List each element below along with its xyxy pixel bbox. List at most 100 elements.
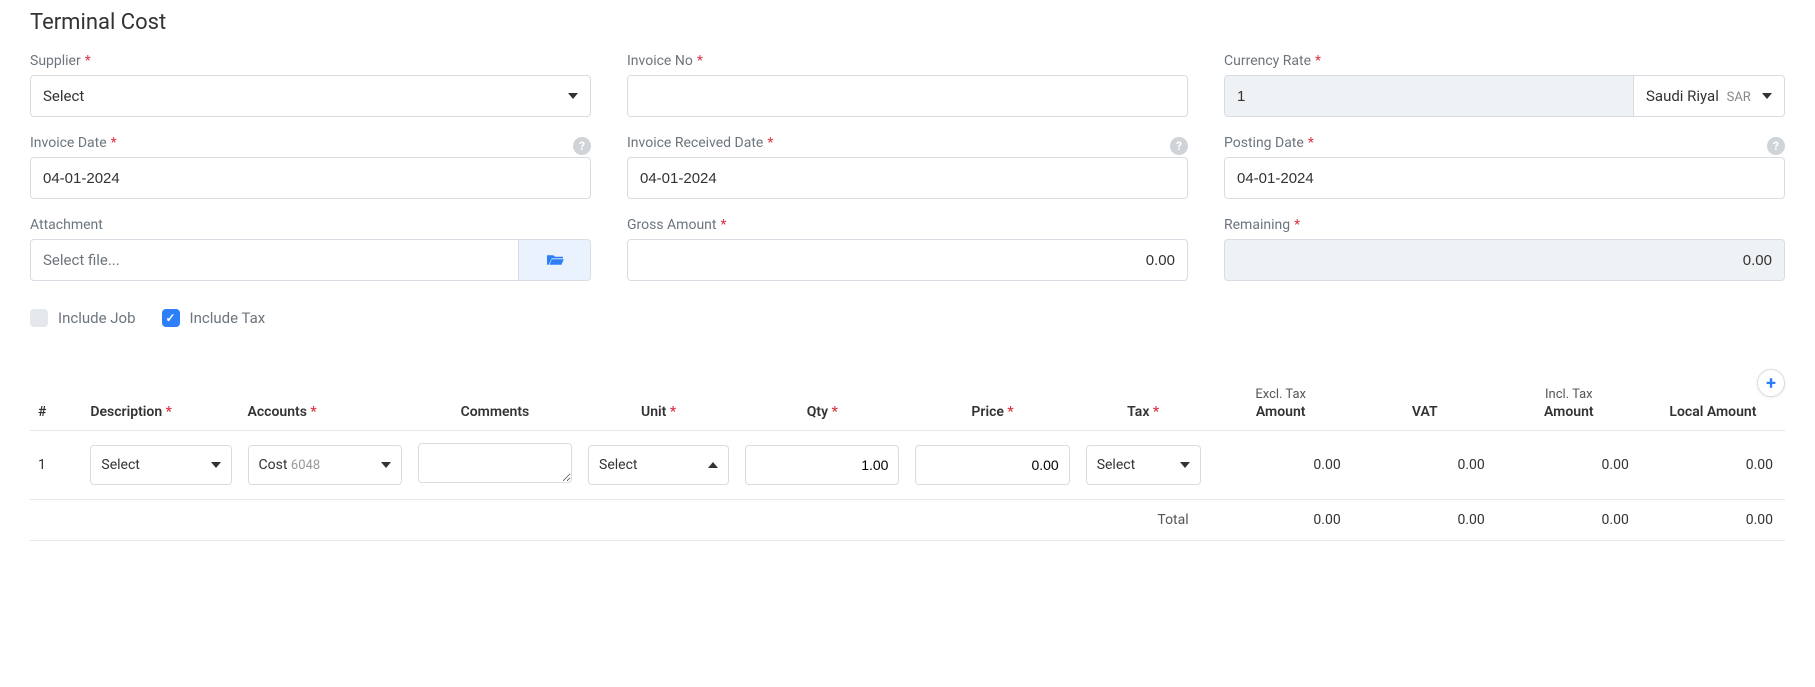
- required-asterisk: *: [111, 135, 117, 151]
- include-job-label: Include Job: [58, 309, 136, 327]
- supplier-select[interactable]: Select: [30, 75, 591, 117]
- comments-input[interactable]: [418, 443, 572, 483]
- tax-select[interactable]: Select: [1086, 445, 1201, 485]
- include-job-checkbox[interactable]: Include Job: [30, 309, 136, 327]
- th-description: Description *: [82, 377, 239, 431]
- posting-date-control: [1224, 157, 1785, 199]
- field-attachment: Attachment Select file...: [30, 217, 591, 281]
- th-unit-text: Unit: [641, 404, 666, 420]
- th-accounts-text: Accounts: [248, 404, 307, 420]
- attachment-placeholder: Select file...: [43, 251, 120, 269]
- required-asterisk: *: [1308, 135, 1314, 151]
- invoice-no-input[interactable]: [640, 88, 1175, 105]
- field-gross-amount: Gross Amount*: [627, 217, 1188, 281]
- posting-date-input[interactable]: [1237, 170, 1772, 187]
- include-tax-checkbox[interactable]: ✓ Include Tax: [162, 309, 266, 327]
- chevron-up-icon: [708, 462, 718, 468]
- total-local-amount: 0.00: [1641, 500, 1785, 541]
- cell-comments: [410, 431, 580, 500]
- field-supplier: Supplier* Select: [30, 53, 591, 117]
- checkbox-unchecked-icon: [30, 309, 48, 327]
- table-row: 1 Select Cost 6048: [30, 431, 1785, 500]
- th-accounts: Accounts *: [240, 377, 410, 431]
- label-invoice-received-date-text: Invoice Received Date: [627, 135, 763, 151]
- label-invoice-no: Invoice No*: [627, 53, 1188, 69]
- required-asterisk: *: [310, 404, 316, 420]
- cell-description: Select: [82, 431, 239, 500]
- th-comments: Comments: [410, 377, 580, 431]
- required-asterisk: *: [720, 217, 726, 233]
- items-table-wrap: + # Description * Accounts * Comments Un…: [30, 377, 1785, 541]
- currency-select[interactable]: Saudi Riyal SAR: [1633, 75, 1785, 117]
- field-invoice-received-date: Invoice Received Date* ?: [627, 135, 1188, 199]
- label-attachment: Attachment: [30, 217, 591, 233]
- th-price: Price *: [907, 377, 1077, 431]
- description-select-value: Select: [101, 457, 139, 473]
- th-incl-amount: Incl. TaxAmount: [1497, 377, 1641, 431]
- unit-select[interactable]: Select: [588, 445, 729, 485]
- invoice-no-control: [627, 75, 1188, 117]
- accounts-select[interactable]: Cost 6048: [248, 445, 402, 485]
- th-vat: VAT: [1353, 377, 1497, 431]
- currency-rate-control: [1224, 75, 1633, 117]
- help-icon[interactable]: ?: [573, 137, 591, 155]
- label-currency-rate: Currency Rate*: [1224, 53, 1785, 69]
- chevron-down-icon: [1180, 462, 1190, 468]
- currency-rate-input[interactable]: [1237, 88, 1621, 105]
- accounts-label: Cost: [259, 457, 288, 473]
- accounts-select-value: Cost 6048: [259, 457, 321, 473]
- chevron-down-icon: [211, 462, 221, 468]
- tax-select-value: Select: [1097, 457, 1135, 473]
- invoice-received-date-input[interactable]: [640, 170, 1175, 187]
- total-label: Total: [30, 500, 1209, 541]
- description-select[interactable]: Select: [90, 445, 231, 485]
- th-excl-amount: Excl. Tax Amount: [1209, 377, 1353, 431]
- th-tax: Tax *: [1078, 377, 1209, 431]
- help-icon[interactable]: ?: [1767, 137, 1785, 155]
- cell-incl-amount: 0.00: [1497, 431, 1641, 500]
- label-supplier: Supplier*: [30, 53, 591, 69]
- label-remaining-text: Remaining: [1224, 217, 1290, 233]
- remaining-input: [1237, 252, 1772, 269]
- required-asterisk: *: [1007, 404, 1013, 420]
- chevron-down-icon: [381, 462, 391, 468]
- label-gross-amount-text: Gross Amount: [627, 217, 716, 233]
- total-vat: 0.00: [1353, 500, 1497, 541]
- checkbox-checked-icon: ✓: [162, 309, 180, 327]
- remaining-control: [1224, 239, 1785, 281]
- price-input[interactable]: [915, 445, 1069, 485]
- field-currency-rate: Currency Rate* Saudi Riyal SAR: [1224, 53, 1785, 117]
- th-description-text: Description: [90, 404, 162, 420]
- label-posting-date-text: Posting Date: [1224, 135, 1304, 151]
- include-tax-label: Include Tax: [190, 309, 266, 327]
- cell-tax: Select: [1078, 431, 1209, 500]
- field-remaining: Remaining*: [1224, 217, 1785, 281]
- gross-amount-input[interactable]: [640, 252, 1175, 269]
- invoice-received-date-control: [627, 157, 1188, 199]
- attachment-browse-button[interactable]: [519, 239, 591, 281]
- form-grid: Supplier* Select Invoice No* Currency Ra…: [30, 53, 1785, 281]
- invoice-date-input[interactable]: [43, 170, 578, 187]
- total-excl-amount: 0.00: [1209, 500, 1353, 541]
- unit-select-value: Select: [599, 457, 637, 473]
- currency-name: Saudi Riyal: [1646, 87, 1719, 105]
- label-supplier-text: Supplier: [30, 53, 81, 69]
- supplier-select-value: Select: [43, 87, 84, 105]
- cell-unit: Select: [580, 431, 737, 500]
- th-num: #: [30, 377, 82, 431]
- label-attachment-text: Attachment: [30, 217, 103, 233]
- required-asterisk: *: [670, 404, 676, 420]
- required-asterisk: *: [832, 404, 838, 420]
- required-asterisk: *: [1315, 53, 1321, 69]
- th-excl-amount-text: Amount: [1256, 404, 1306, 420]
- label-currency-rate-text: Currency Rate: [1224, 53, 1311, 69]
- qty-input[interactable]: [745, 445, 899, 485]
- help-icon[interactable]: ?: [1170, 137, 1188, 155]
- th-excl-sub: Excl. Tax: [1217, 387, 1345, 402]
- add-row-button[interactable]: +: [1757, 369, 1785, 397]
- th-qty: Qty *: [737, 377, 907, 431]
- currency-code: SAR: [1727, 90, 1751, 105]
- attachment-text[interactable]: Select file...: [30, 239, 519, 281]
- label-invoice-no-text: Invoice No: [627, 53, 693, 69]
- label-invoice-date: Invoice Date*: [30, 135, 117, 151]
